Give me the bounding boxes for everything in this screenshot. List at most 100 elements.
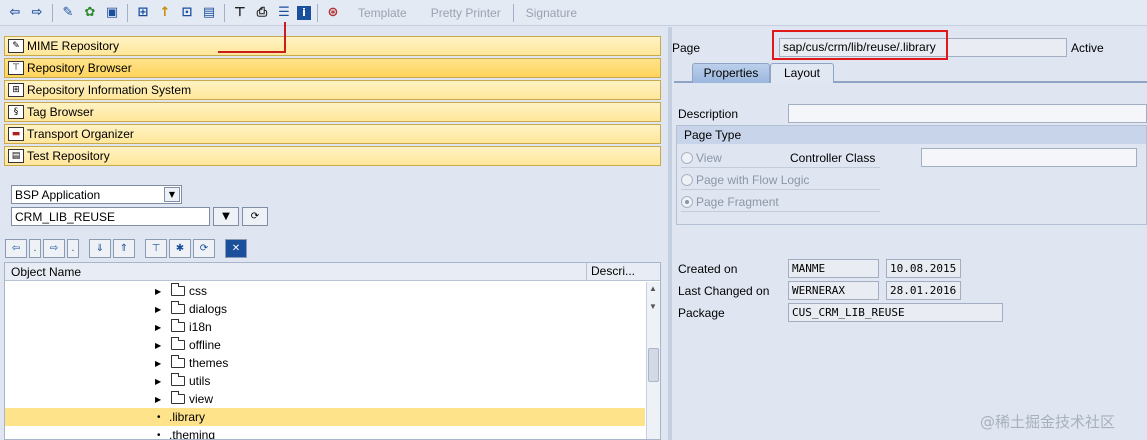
radio-page-fragment[interactable]: Page Fragment xyxy=(681,192,880,212)
created-on-label: Created on xyxy=(678,262,738,276)
expand-triangle-icon[interactable]: ▶ xyxy=(155,359,161,368)
expand-triangle-icon[interactable]: ▶ xyxy=(155,287,161,296)
previous-object-icon[interactable]: ⇦ xyxy=(5,239,27,258)
tree-folder-css[interactable]: ▶ css xyxy=(5,282,645,300)
tree-file-library[interactable]: • .library xyxy=(5,408,645,426)
template-button[interactable]: Template xyxy=(358,6,407,20)
object-type-dropdown[interactable]: BSP Application ▼ xyxy=(11,185,182,204)
object-list-icon[interactable]: ▣ xyxy=(103,4,121,22)
description-column-header[interactable]: Descri... xyxy=(586,263,642,281)
folder-label: utils xyxy=(189,374,211,388)
forward-arrow-icon[interactable]: ⇨ xyxy=(28,4,46,22)
folder-label: dialogs xyxy=(189,302,228,316)
transport-organizer-button[interactable]: ▬ Transport Organizer xyxy=(4,124,661,144)
expand-all-icon[interactable]: ✱ xyxy=(169,239,191,258)
annotation-line xyxy=(284,22,286,52)
navigation-pane: ✎ MIME Repository ⊤ Repository Browser ⊞… xyxy=(0,27,668,440)
description-field[interactable] xyxy=(788,104,1147,123)
tag-browser-button[interactable]: § Tag Browser xyxy=(4,102,661,122)
scroll-up-icon[interactable]: ▲ xyxy=(649,284,657,293)
changed-date-field: 28.01.2016 xyxy=(886,281,961,300)
info-icon[interactable]: i xyxy=(297,5,311,20)
next-object-icon[interactable]: ⇨ xyxy=(43,239,65,258)
other-object-icon[interactable]: ⊡ xyxy=(178,4,196,22)
object-history-dropdown-button[interactable]: ▼ xyxy=(213,207,239,226)
leaf-bullet-icon: • xyxy=(157,411,161,423)
leaf-bullet-icon: • xyxy=(157,429,161,440)
display-icon[interactable]: ▤ xyxy=(200,4,218,22)
mime-repository-button[interactable]: ✎ MIME Repository xyxy=(4,36,661,56)
repository-browser-button[interactable]: ⊤ Repository Browser xyxy=(4,58,661,78)
radio-view-label: View xyxy=(696,150,722,165)
radio-fragment-label: Page Fragment xyxy=(696,194,779,209)
radio-button-icon[interactable] xyxy=(681,173,693,186)
created-by-field: MANME xyxy=(788,259,879,278)
page-label: Page xyxy=(672,41,701,55)
expand-triangle-icon[interactable]: ▶ xyxy=(155,377,161,386)
toolbar-separator xyxy=(52,3,53,22)
next-list-icon[interactable]: . xyxy=(67,239,79,258)
list-view-icon[interactable]: ☰ xyxy=(275,4,293,22)
folder-label: themes xyxy=(189,356,229,370)
close-icon[interactable]: ✕ xyxy=(225,239,247,258)
edit-pencil-icon[interactable]: ✎ xyxy=(59,4,77,22)
file-label: .library xyxy=(169,410,206,424)
tree-folder-dialogs[interactable]: ▶ dialogs xyxy=(5,300,645,318)
signature-button[interactable]: Signature xyxy=(526,6,577,20)
print-icon[interactable]: ⎙ xyxy=(253,4,271,22)
collapse-up-icon[interactable]: ⇓ xyxy=(89,239,111,258)
test-icon[interactable]: ⊛ xyxy=(324,4,342,22)
package-field: CUS_CRM_LIB_REUSE xyxy=(788,303,1003,322)
hierarchy-up-icon[interactable]: ⊤ xyxy=(145,239,167,258)
controller-class-field[interactable] xyxy=(921,148,1137,167)
test-repository-button[interactable]: ▤ Test Repository xyxy=(4,146,661,166)
folder-label: offline xyxy=(189,338,221,352)
repository-info-system-label: Repository Information System xyxy=(27,83,192,97)
tree-folder-themes[interactable]: ▶ themes xyxy=(5,354,645,372)
navigation-tree-icon[interactable]: ⊤ xyxy=(231,4,249,22)
tree-toolbar: ⇦ . ⇨ . ⇓ ⇑ ⊤ ✱ ⟳ ✕ xyxy=(5,239,249,259)
activate-icon[interactable]: ✿ xyxy=(81,4,99,22)
previous-list-icon[interactable]: . xyxy=(29,239,41,258)
expand-triangle-icon[interactable]: ▶ xyxy=(155,341,161,350)
watermark: @稀土掘金技术社区 xyxy=(980,413,1116,431)
scroll-down-icon[interactable]: ▼ xyxy=(649,302,657,311)
tree-folder-utils[interactable]: ▶ utils xyxy=(5,372,645,390)
truck-icon: ▬ xyxy=(8,127,24,141)
scrollbar-thumb[interactable] xyxy=(648,348,659,382)
transport-organizer-label: Transport Organizer xyxy=(27,127,134,141)
display-object-button[interactable]: ⟳ xyxy=(242,207,268,226)
object-name-column-header[interactable]: Object Name xyxy=(11,265,81,279)
tree-folder-offline[interactable]: ▶ offline xyxy=(5,336,645,354)
refresh-icon[interactable]: ⟳ xyxy=(193,239,215,258)
tree-folder-i18n[interactable]: ▶ i18n xyxy=(5,318,645,336)
radio-flow-logic[interactable]: Page with Flow Logic xyxy=(681,170,880,190)
tree-scrollbar[interactable]: ▲ ▼ xyxy=(646,282,660,439)
where-used-icon[interactable]: ↑ xyxy=(156,4,174,22)
radio-button-icon[interactable] xyxy=(681,151,693,164)
object-tree: Object Name Descri... ▶ css ▶ dialogs ▶ … xyxy=(4,262,661,440)
object-type-value: BSP Application xyxy=(15,187,101,202)
page-type-group: Page Type View Controller Class Page wit… xyxy=(676,125,1147,225)
expand-triangle-icon[interactable]: ▶ xyxy=(155,395,161,404)
tab-properties[interactable]: Properties xyxy=(692,63,770,83)
test-repository-label: Test Repository xyxy=(27,149,110,163)
expand-triangle-icon[interactable]: ▶ xyxy=(155,323,161,332)
expand-up-icon[interactable]: ⇑ xyxy=(113,239,135,258)
object-name-input[interactable]: CRM_LIB_REUSE xyxy=(11,207,210,226)
repository-info-system-button[interactable]: ⊞ Repository Information System xyxy=(4,80,661,100)
chevron-down-icon[interactable]: ▼ xyxy=(164,187,180,202)
radio-button-selected-icon[interactable] xyxy=(681,195,693,208)
back-arrow-icon[interactable]: ⇦ xyxy=(6,4,24,22)
tree-folder-view[interactable]: ▶ view xyxy=(5,390,645,408)
tree-file-theming[interactable]: • .theming xyxy=(5,426,645,440)
mime-repository-label: MIME Repository xyxy=(27,39,120,53)
expand-triangle-icon[interactable]: ▶ xyxy=(155,305,161,314)
page-type-title: Page Type xyxy=(677,126,1146,144)
folder-label: css xyxy=(189,284,207,298)
annotation-highlight-box xyxy=(772,30,948,60)
hierarchy-icon[interactable]: ⊞ xyxy=(134,4,152,22)
tab-layout[interactable]: Layout xyxy=(770,63,834,83)
folder-label: i18n xyxy=(189,320,212,334)
pretty-printer-button[interactable]: Pretty Printer xyxy=(431,6,501,20)
